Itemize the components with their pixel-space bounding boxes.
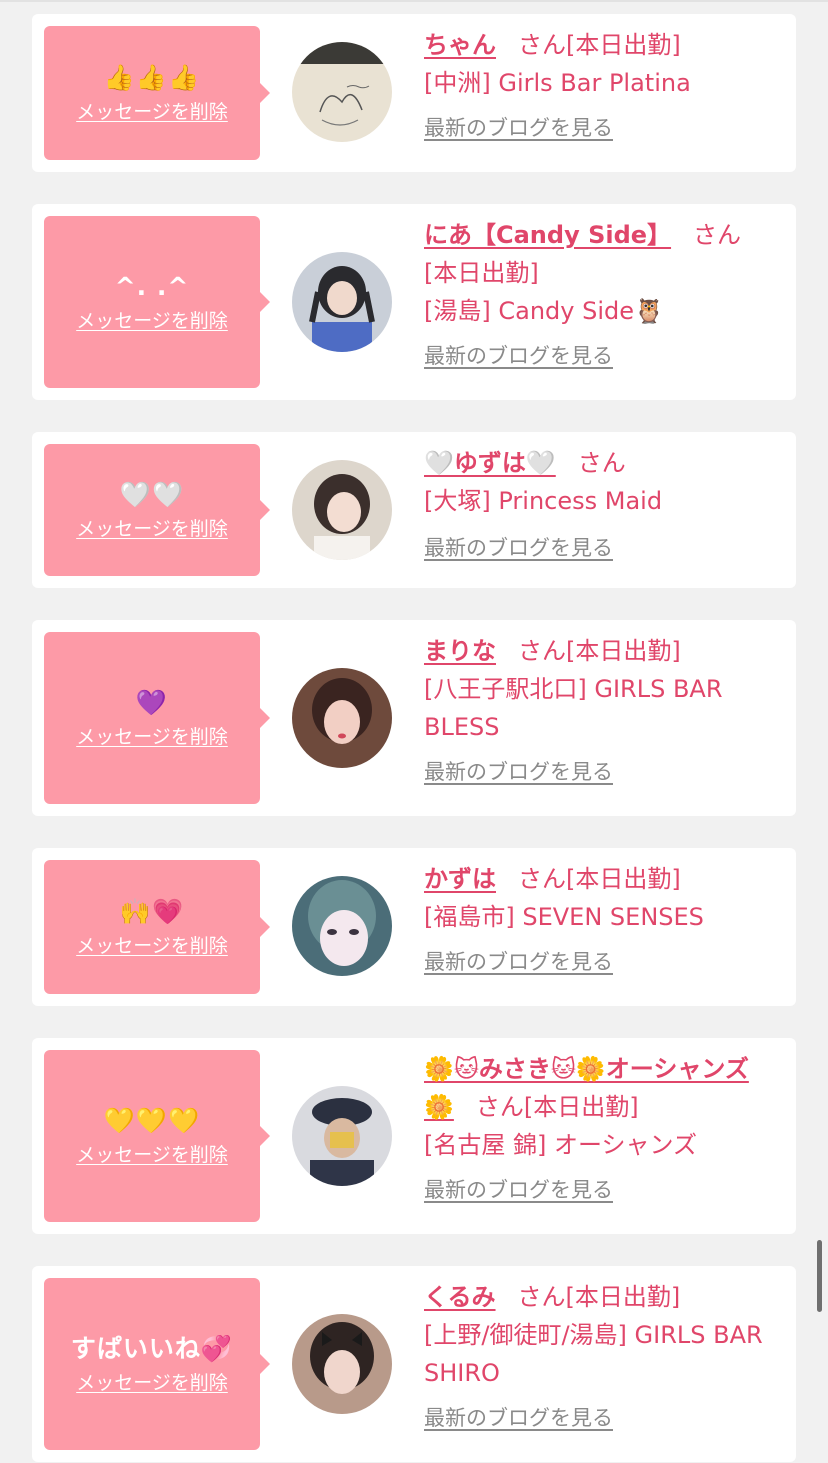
delete-message-link[interactable]: メッセージを削除 <box>76 518 228 540</box>
latest-blog-link[interactable]: 最新のブログを見る <box>424 534 613 562</box>
message-text: 🤍🤍 <box>119 480 185 509</box>
delete-message-link[interactable]: メッセージを削除 <box>76 1372 228 1394</box>
message-text: 🙌💗 <box>119 897 185 926</box>
status-text: さん[本日出勤] <box>518 637 681 665</box>
cast-name-link[interactable]: くるみ <box>424 1283 496 1311</box>
message-list-page: 👍👍👍 メッセージを削除 ちゃん さん[本日出勤] [中洲] Girls Bar … <box>0 0 828 1463</box>
cast-name-link[interactable]: ちゃん <box>424 31 496 59</box>
avatar[interactable] <box>292 1314 392 1414</box>
message-text: 👍👍👍 <box>103 63 201 92</box>
latest-blog-link[interactable]: 最新のブログを見る <box>424 758 613 786</box>
status-text: さん[本日出勤] <box>518 865 681 893</box>
scrollbar[interactable] <box>817 1240 822 1312</box>
delete-message-link[interactable]: メッセージを削除 <box>76 310 228 332</box>
delete-message-link[interactable]: メッセージを削除 <box>76 935 228 957</box>
message-text: 💛💛💛 <box>103 1106 201 1135</box>
cast-name-link[interactable]: 🤍ゆずは🤍 <box>424 449 556 477</box>
message-card: 👍👍👍 メッセージを削除 ちゃん さん[本日出勤] [中洲] Girls Bar … <box>32 14 796 172</box>
message-card: 🤍🤍 メッセージを削除 🤍ゆずは🤍 さん [大塚] Princess Maid 最… <box>32 432 796 588</box>
shop-text: [湯島] Candy Side🦉 <box>424 297 664 325</box>
status-text: さん[本日出勤] <box>517 1283 681 1311</box>
latest-blog-link[interactable]: 最新のブログを見る <box>424 114 613 142</box>
cast-name-link[interactable]: かずは <box>424 865 496 893</box>
avatar[interactable] <box>292 252 392 352</box>
shop-text: [名古屋 錦] オーシャンズ <box>424 1131 698 1159</box>
message-bubble: 💛💛💛 メッセージを削除 <box>44 1050 270 1222</box>
avatar[interactable] <box>292 42 392 142</box>
shop-text: [福島市] SEVEN SENSES <box>424 903 704 931</box>
message-card: 💜 メッセージを削除 まりな さん[本日出勤] [八王子駅北口] GIRLS BA… <box>32 620 796 816</box>
cast-info: ちゃん さん[本日出勤] [中洲] Girls Bar Platina 最新のブロ… <box>424 26 784 142</box>
cast-name-link[interactable]: まりな <box>424 637 496 665</box>
shop-text: [中洲] Girls Bar Platina <box>424 69 691 97</box>
avatar[interactable] <box>292 1086 392 1186</box>
message-card: 💛💛💛 メッセージを削除 🌼🐱みさき🐱🌼オーシャンズ🌼 さん[本日出勤] [名古屋… <box>32 1038 796 1234</box>
shop-text: [大塚] Princess Maid <box>424 487 663 515</box>
cast-info: まりな さん[本日出勤] [八王子駅北口] GIRLS BAR BLESS 最新の… <box>424 632 784 786</box>
status-text: さん[本日出勤] <box>475 1093 639 1121</box>
message-bubble: ^. .^ メッセージを削除 <box>44 216 270 388</box>
avatar[interactable] <box>292 460 392 560</box>
message-text: 💜 <box>135 688 169 717</box>
delete-message-link[interactable]: メッセージを削除 <box>76 101 228 123</box>
message-text: ^. .^ <box>114 272 190 301</box>
message-bubble: 👍👍👍 メッセージを削除 <box>44 26 270 160</box>
avatar[interactable] <box>292 668 392 768</box>
top-divider <box>0 0 828 2</box>
delete-message-link[interactable]: メッセージを削除 <box>76 1144 228 1166</box>
latest-blog-link[interactable]: 最新のブログを見る <box>424 1404 613 1432</box>
message-bubble: 💜 メッセージを削除 <box>44 632 270 804</box>
delete-message-link[interactable]: メッセージを削除 <box>76 726 228 748</box>
message-text: すぱいいね💞 <box>70 1334 234 1363</box>
latest-blog-link[interactable]: 最新のブログを見る <box>424 948 613 976</box>
message-card: ^. .^ メッセージを削除 にあ【Candy Side】 さん [本日出勤] [… <box>32 204 796 400</box>
status-text: さん[本日出勤] <box>518 31 681 59</box>
san-text: さん <box>577 449 626 477</box>
shop-text: [八王子駅北口] GIRLS BAR BLESS <box>424 675 723 741</box>
san-text: さん <box>693 221 742 249</box>
message-bubble: 🙌💗 メッセージを削除 <box>44 860 270 994</box>
cast-info: にあ【Candy Side】 さん [本日出勤] [湯島] Candy Side🦉… <box>424 216 784 370</box>
message-bubble: すぱいいね💞 メッセージを削除 <box>44 1278 270 1450</box>
message-bubble: 🤍🤍 メッセージを削除 <box>44 444 270 576</box>
status-text: [本日出勤] <box>424 259 539 287</box>
message-card: すぱいいね💞 メッセージを削除 くるみ さん[本日出勤] [上野/御徒町/湯島] … <box>32 1266 796 1462</box>
latest-blog-link[interactable]: 最新のブログを見る <box>424 1176 613 1204</box>
cast-info: かずは さん[本日出勤] [福島市] SEVEN SENSES 最新のブログを見る <box>424 860 784 976</box>
cast-info: くるみ さん[本日出勤] [上野/御徒町/湯島] GIRLS BAR SHIRO … <box>424 1278 784 1432</box>
avatar[interactable] <box>292 876 392 976</box>
cast-info: 🌼🐱みさき🐱🌼オーシャンズ🌼 さん[本日出勤] [名古屋 錦] オーシャンズ 最新… <box>424 1050 784 1204</box>
latest-blog-link[interactable]: 最新のブログを見る <box>424 342 613 370</box>
message-card: 🙌💗 メッセージを削除 かずは さん[本日出勤] [福島市] SEVEN SENS… <box>32 848 796 1006</box>
shop-text: [上野/御徒町/湯島] GIRLS BAR SHIRO <box>424 1321 763 1387</box>
cast-name-link[interactable]: にあ【Candy Side】 <box>424 221 671 249</box>
cast-info: 🤍ゆずは🤍 さん [大塚] Princess Maid 最新のブログを見る <box>424 444 784 562</box>
